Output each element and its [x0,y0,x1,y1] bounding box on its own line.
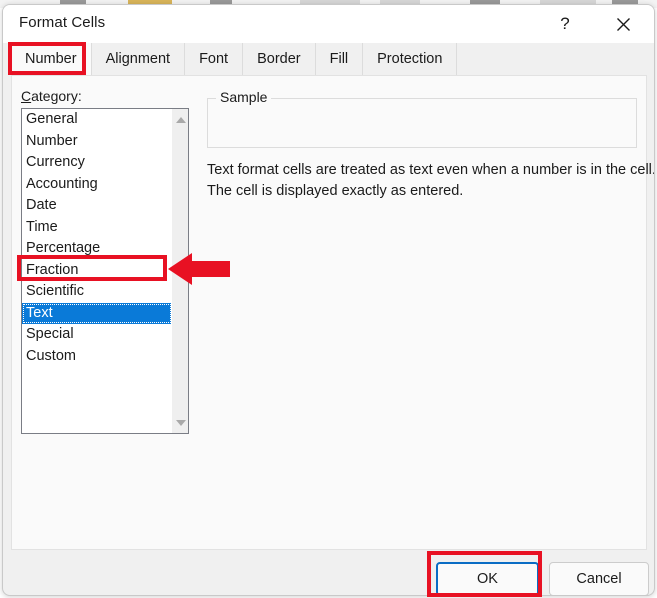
help-icon[interactable]: ? [542,5,588,43]
tab-number[interactable]: Number [11,43,92,75]
list-item[interactable]: Fraction [22,260,172,282]
list-item[interactable]: Number [22,131,172,153]
category-listbox[interactable]: General Number Currency Accounting Date … [21,108,189,434]
list-item[interactable]: Special [22,324,172,346]
list-item[interactable]: Currency [22,152,172,174]
category-label-accelerator: C [21,88,32,104]
triangle-up-icon[interactable] [172,111,188,128]
list-item[interactable]: Time [22,217,172,239]
cancel-button[interactable]: Cancel [549,562,649,595]
sample-group-box: Sample [207,89,637,148]
list-item[interactable]: General [22,109,172,131]
description-line-2: The cell is displayed exactly as entered… [207,183,464,199]
tab-alignment[interactable]: Alignment [91,43,186,75]
dialog-title: Format Cells [19,14,106,31]
format-cells-dialog: Format Cells ? Number Alignment Font Bor… [2,4,655,596]
ok-button[interactable]: OK [436,562,539,595]
tab-strip: Number Alignment Font Border Fill Protec… [3,43,654,75]
tab-fill[interactable]: Fill [315,43,364,75]
list-item[interactable]: Custom [22,346,172,368]
title-bar: Format Cells ? [3,5,654,43]
tab-protection[interactable]: Protection [363,43,458,75]
close-icon[interactable] [600,5,646,43]
category-list-items: General Number Currency Accounting Date … [22,109,172,367]
triangle-down-icon[interactable] [172,414,188,431]
category-description: Text format cells are treated as text ev… [207,160,655,202]
list-item[interactable]: Accounting [22,174,172,196]
number-tab-panel: Category: General Number Currency Accoun… [11,75,655,550]
category-label-rest: ategory: [31,88,82,104]
list-item-text-selected[interactable]: Text [22,302,172,324]
tab-border[interactable]: Border [243,43,316,75]
sample-legend-label: Sample [216,89,272,105]
list-item[interactable]: Scientific [22,281,172,303]
description-line-1: Text format cells are treated as text ev… [207,162,655,178]
category-list-scrollbar[interactable] [171,109,188,433]
tab-font[interactable]: Font [185,43,244,75]
category-label: Category: [21,88,82,104]
list-item[interactable]: Date [22,195,172,217]
list-item[interactable]: Percentage [22,238,172,260]
